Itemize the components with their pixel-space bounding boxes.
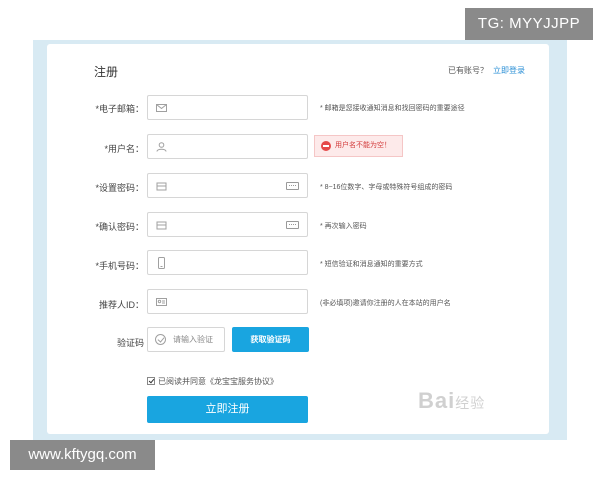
confirm-password-field[interactable]: [147, 212, 308, 237]
phone-field[interactable]: [147, 250, 308, 275]
watermark-top: TG: MYYJJPP: [465, 8, 593, 40]
phone-icon: [158, 257, 165, 269]
register-button[interactable]: 立即注册: [147, 396, 308, 423]
referrer-hint: (非必填项)邀请你注册的人在本站的用户名: [320, 300, 451, 307]
keyboard-icon[interactable]: [286, 221, 299, 229]
keyboard-icon[interactable]: [286, 182, 299, 190]
phone-hint: * 短信验证和消息通知的重要方式: [320, 261, 423, 268]
user-icon: [156, 142, 167, 152]
check-circle-icon: [155, 334, 166, 345]
username-label: *用户名：: [104, 144, 144, 154]
captcha-placeholder: 请输入验证: [173, 335, 213, 344]
agreement-link[interactable]: 《龙宝宝服务协议》: [206, 377, 278, 386]
email-hint: * 邮箱是您接收通知消息和找回密码的重要途径: [320, 105, 465, 112]
email-field[interactable]: [147, 95, 308, 120]
get-code-button[interactable]: 获取验证码: [232, 327, 309, 352]
username-error-text: 用户名不能为空！: [335, 142, 391, 149]
password-field[interactable]: [147, 173, 308, 198]
agree-checkbox[interactable]: [147, 377, 155, 385]
agree-text: 已阅读并同意: [158, 377, 206, 386]
baidu-watermark-logo: Bai经验: [418, 388, 485, 414]
referrer-label: 推荐人ID：: [98, 300, 144, 310]
password-hint: * 8~16位数字、字母或特殊符号组成的密码: [320, 184, 453, 191]
phone-label: *手机号码：: [95, 261, 144, 271]
error-icon: [321, 141, 331, 151]
lock-icon: [156, 221, 167, 230]
agreement-row: 已阅读并同意《龙宝宝服务协议》: [147, 376, 278, 387]
mail-icon: [156, 104, 167, 112]
page-title: 注册: [94, 65, 119, 79]
referrer-field[interactable]: [147, 289, 308, 314]
username-field[interactable]: [147, 134, 308, 159]
baidu-watermark-suffix: 经验: [455, 395, 486, 411]
baidu-watermark-text: Bai: [418, 388, 456, 413]
have-account-text: 已有账号？: [448, 66, 488, 75]
email-label: *电子邮箱：: [95, 104, 144, 114]
watermark-bottom: www.kftygq.com: [10, 440, 155, 470]
username-error: 用户名不能为空！: [314, 135, 403, 157]
confirm-password-label: *确认密码：: [95, 222, 144, 232]
captcha-input[interactable]: 请输入验证: [147, 327, 225, 352]
captcha-label: 验证码: [116, 338, 144, 348]
id-card-icon: [156, 298, 167, 306]
password-label: *设置密码：: [95, 183, 144, 193]
lock-icon: [156, 182, 167, 191]
login-link[interactable]: 立即登录: [493, 65, 525, 76]
confirm-password-hint: * 再次输入密码: [320, 223, 367, 230]
